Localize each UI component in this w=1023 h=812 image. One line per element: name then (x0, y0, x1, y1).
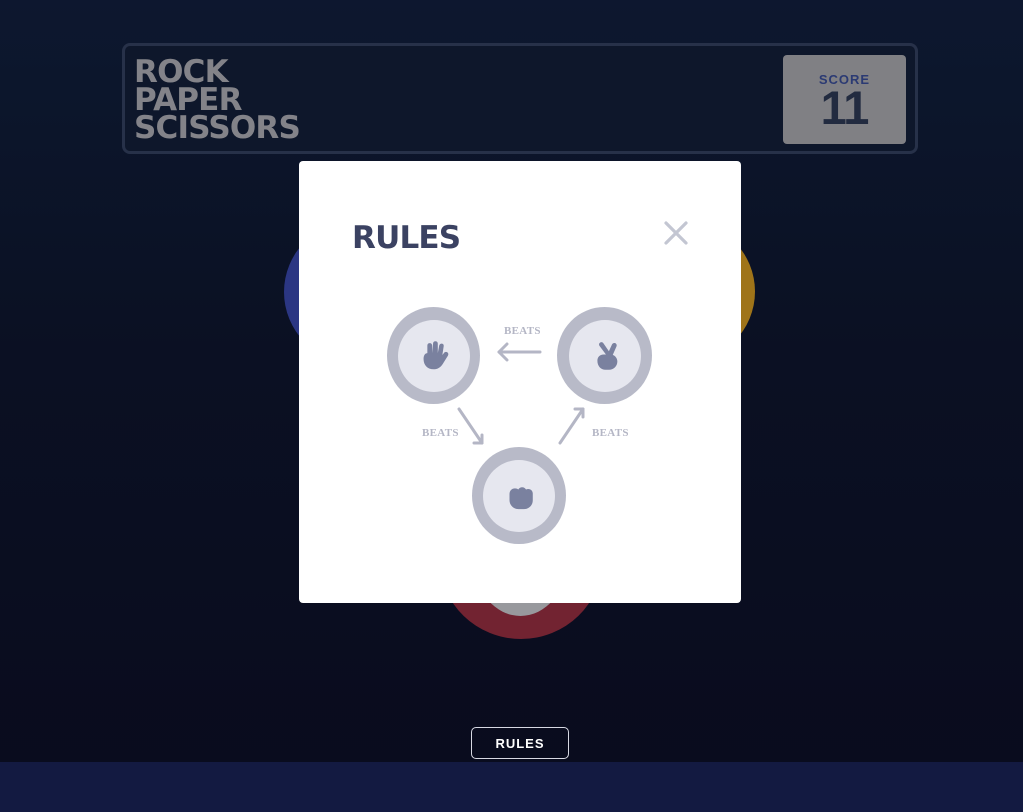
rock-hand-icon (509, 486, 533, 509)
scissors-rule-inner (568, 319, 641, 392)
rock-rule-token (472, 447, 566, 544)
scissors-rule-token (557, 307, 652, 404)
paper-hand-icon (423, 340, 448, 369)
beats-label-right: BEATS (592, 427, 629, 439)
beats-label-top: BEATS (504, 325, 541, 337)
rules-modal: RULES BEATS BEATS BEATS (299, 161, 741, 603)
footer-band (0, 762, 1023, 812)
paper-rule-inner (397, 319, 470, 392)
close-icon (664, 221, 688, 245)
close-button[interactable] (662, 219, 690, 247)
rules-diagram: BEATS BEATS BEATS (387, 307, 657, 547)
modal-title: RULES (352, 220, 461, 256)
paper-rule-token (387, 307, 480, 404)
beats-label-left: BEATS (422, 427, 459, 439)
scissors-hand-icon (596, 341, 617, 370)
rules-button[interactable]: RULES (471, 727, 569, 759)
rock-rule-inner (483, 459, 555, 532)
